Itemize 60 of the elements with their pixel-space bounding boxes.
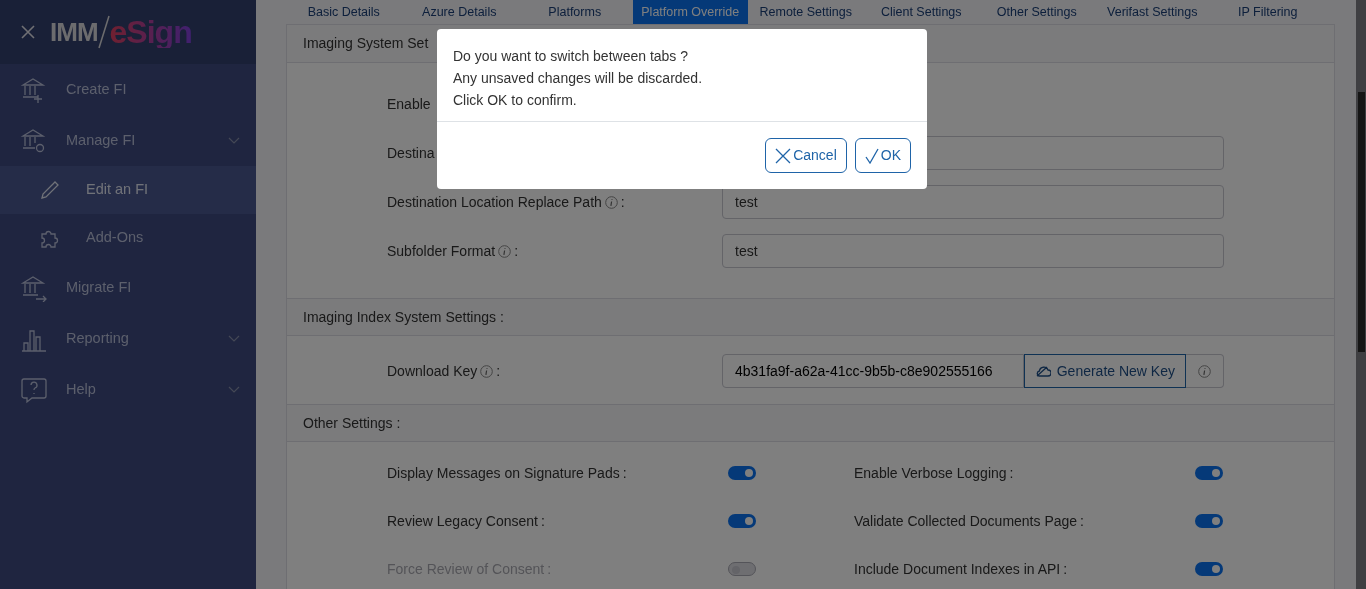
- field-label: Review Legacy Consent: [387, 511, 538, 531]
- cloud-icon: [1034, 365, 1051, 377]
- field-label: Validate Collected Documents Page: [854, 511, 1078, 531]
- section-header: Imaging Index System Settings :: [287, 298, 1334, 336]
- field-label: Include Document Indexes in API: [854, 559, 1061, 579]
- dialog-message: Any unsaved changes will be discarded.: [453, 69, 704, 88]
- input-field[interactable]: test: [722, 234, 1224, 268]
- logo-text: IMM: [50, 19, 98, 45]
- tab[interactable]: Remote Settings: [748, 0, 864, 24]
- tab[interactable]: Verifast Settings: [1094, 0, 1210, 24]
- dialog-message: Do you want to switch between tabs ?: [453, 47, 690, 66]
- field-label: Enable Verbose Logging: [854, 463, 1007, 483]
- colon-text: :: [496, 361, 501, 381]
- field-label: Destination Location Replace Path: [387, 192, 602, 212]
- sidebar-item[interactable]: Create FI: [0, 64, 256, 115]
- tab[interactable]: Azure Details: [401, 0, 517, 24]
- colon-text: :: [622, 463, 627, 483]
- colon-text: :: [1080, 511, 1084, 531]
- colon-text: :: [541, 511, 545, 531]
- generate-key-button[interactable]: Generate New Key: [1023, 354, 1186, 388]
- field-label: Subfolder Format: [387, 241, 496, 261]
- info-button[interactable]: [1186, 354, 1224, 388]
- tab[interactable]: IP Filtering: [1210, 0, 1326, 24]
- tab[interactable]: Client Settings: [863, 0, 979, 24]
- tab[interactable]: Other Settings: [979, 0, 1095, 24]
- sidebar-item[interactable]: Migrate FI: [0, 262, 256, 313]
- logo-slash-icon: [97, 15, 110, 49]
- close-icon: [775, 147, 792, 164]
- toggle-switch[interactable]: [1195, 466, 1223, 480]
- field-label: Display Messages on Signature Pads: [387, 463, 620, 483]
- toggle-switch[interactable]: [728, 514, 756, 528]
- field-label: Download Key: [387, 361, 478, 381]
- sidebar-subitem[interactable]: Add-Ons: [0, 214, 256, 262]
- help-bubble-icon: [20, 375, 48, 404]
- ok-button[interactable]: OK: [854, 138, 911, 173]
- sidebar-item[interactable]: Manage FI: [0, 115, 256, 166]
- colon-text: :: [547, 559, 552, 579]
- sidebar-subitem[interactable]: Edit an FI: [0, 166, 256, 214]
- colon-text: :: [514, 241, 519, 261]
- input-field[interactable]: test: [722, 185, 1224, 219]
- check-icon: [864, 147, 879, 164]
- colon-text: :: [1009, 463, 1014, 483]
- toggle-switch[interactable]: [728, 466, 756, 480]
- sidebar-item[interactable]: Help: [0, 364, 256, 415]
- dialog-message: Click OK to confirm.: [453, 91, 578, 110]
- toggle-switch[interactable]: [1195, 514, 1223, 528]
- close-icon: [20, 24, 36, 40]
- tab[interactable]: Platforms: [517, 0, 633, 24]
- section-header: Other Settings :: [287, 404, 1334, 442]
- tab[interactable]: Platform Override: [632, 0, 748, 24]
- field-label: Enable: [387, 94, 431, 114]
- input-field[interactable]: 4b31fa9f-a62a-41cc-9b5b-c8e902555166: [722, 354, 1024, 388]
- cancel-button[interactable]: Cancel: [765, 138, 847, 173]
- toggle-switch[interactable]: [1195, 562, 1223, 576]
- tab[interactable]: Basic Details: [286, 0, 402, 24]
- colon-text: :: [620, 192, 625, 212]
- sidebar-item[interactable]: Reporting: [0, 313, 256, 364]
- field-label: Destina: [387, 143, 435, 163]
- info-icon: [1198, 364, 1211, 378]
- colon-text: :: [1063, 559, 1068, 579]
